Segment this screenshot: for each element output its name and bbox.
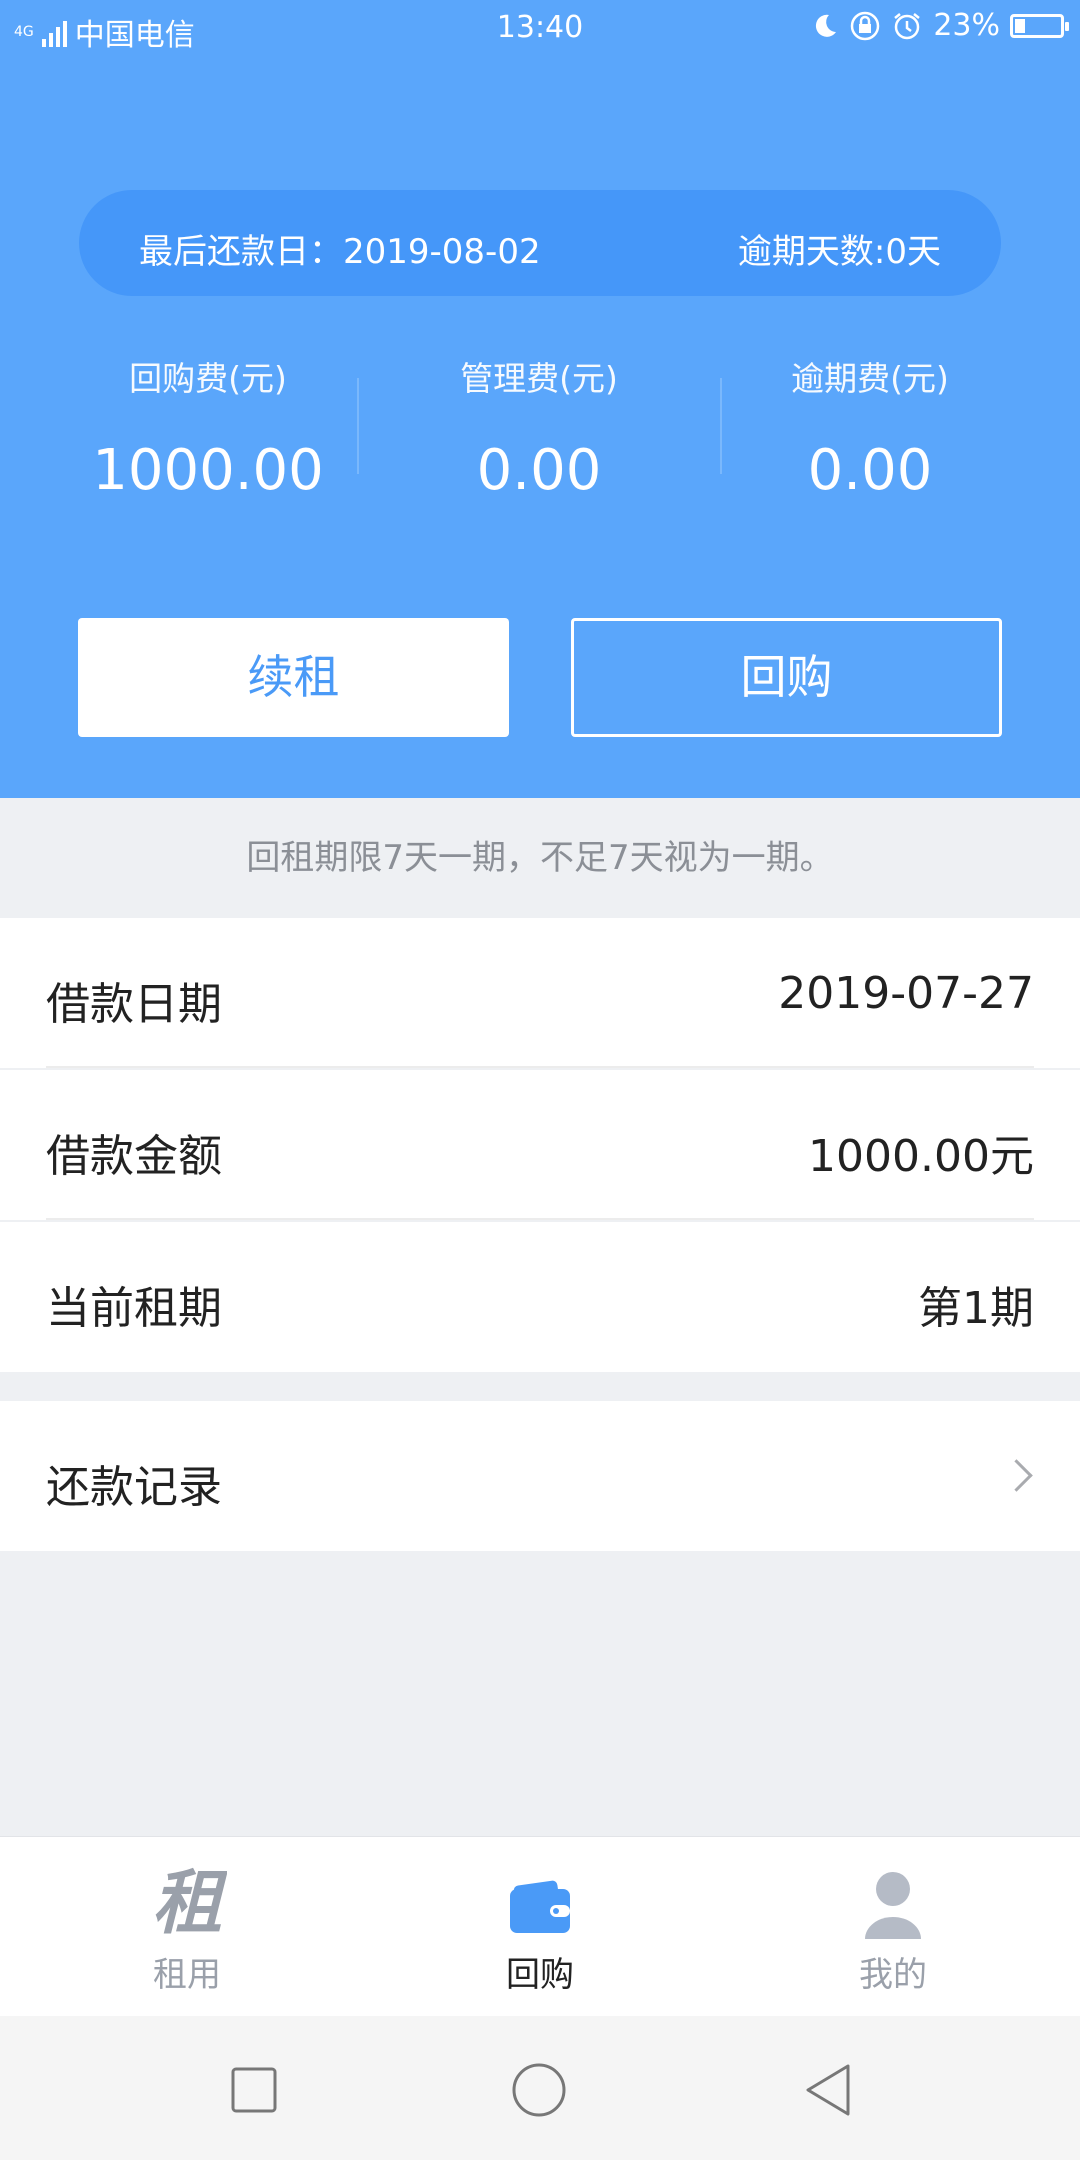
tab-mine[interactable]: 我的: [713, 1837, 1073, 2017]
wallet-icon: [510, 1880, 570, 1933]
battery-percent: 23%: [933, 8, 1000, 43]
back-triangle-icon[interactable]: [800, 2062, 856, 2118]
tab-buyback-label: 回购: [506, 1955, 574, 1995]
moon-icon: [816, 14, 837, 37]
repayment-record-label: 还款记录: [46, 1462, 222, 1513]
fee-buyback: 回购费(元) 1000.00: [48, 352, 368, 503]
system-navigation-bar: [0, 2016, 1080, 2160]
overdue-days-text: 逾期天数:0天: [737, 232, 941, 272]
fee-divider: [357, 378, 359, 474]
row-divider: [46, 1218, 1034, 1220]
tab-buyback[interactable]: 回购: [360, 1837, 720, 2017]
status-right: 23%: [809, 8, 1069, 43]
detail-row-loan-date: 借款日期 2019-07-27: [0, 918, 1080, 1068]
user-icon: [865, 1872, 921, 1939]
battery-fill: [1015, 18, 1025, 33]
header-panel: 4G 中国电信 13:40 23% 最后还款日：2019-08-02 逾期天数:…: [0, 0, 1080, 798]
repayment-record-row[interactable]: 还款记录: [0, 1401, 1080, 1551]
loan-amount-value: 1000.00元: [808, 1131, 1034, 1182]
current-term-label: 当前租期: [46, 1283, 222, 1334]
row-divider: [46, 1066, 1034, 1068]
fee-buyback-label: 回购费(元): [129, 359, 287, 398]
circle-icon[interactable]: [511, 2062, 567, 2118]
chevron-right-icon: [1000, 1459, 1033, 1492]
buyback-button[interactable]: 回购: [571, 618, 1002, 737]
loan-date-value: 2019-07-27: [778, 968, 1034, 1019]
due-date-text: 最后还款日：2019-08-02: [139, 232, 541, 272]
lease-term-note: 回租期限7天一期，不足7天视为一期。: [246, 838, 834, 878]
tab-mine-label: 我的: [859, 1955, 927, 1995]
renew-button[interactable]: 续租: [78, 618, 509, 737]
battery-icon: [1010, 13, 1069, 38]
square-icon[interactable]: [230, 2066, 280, 2116]
lock-rotation-icon: [851, 11, 880, 40]
fee-buyback-value: 1000.00: [92, 438, 324, 503]
tab-rent-label: 租用: [153, 1955, 221, 1995]
fee-management-value: 0.00: [476, 438, 602, 503]
detail-row-current-term: 当前租期 第1期: [0, 1222, 1080, 1372]
fee-overdue: 逾期费(元) 0.00: [710, 352, 1030, 503]
loan-date-label: 借款日期: [46, 979, 222, 1030]
fee-management: 管理费(元) 0.00: [379, 352, 699, 503]
current-term-value: 第1期: [918, 1283, 1034, 1334]
tab-rent[interactable]: 租 租用: [7, 1837, 367, 2017]
fee-management-label: 管理费(元): [460, 359, 618, 398]
bottom-tab-bar: 租 租用 回购 我的: [0, 1836, 1080, 2017]
alarm-icon: [894, 12, 921, 39]
status-bar: 4G 中国电信 13:40 23%: [0, 0, 1080, 56]
loan-amount-label: 借款金额: [46, 1131, 222, 1182]
svg-text:租: 租: [152, 1863, 227, 1943]
rent-icon: 租: [152, 1863, 227, 1943]
due-summary-pill: 最后还款日：2019-08-02 逾期天数:0天: [79, 190, 1001, 296]
fee-overdue-value: 0.00: [807, 438, 933, 503]
detail-row-loan-amount: 借款金额 1000.00元: [0, 1070, 1080, 1220]
fee-overdue-label: 逾期费(元): [791, 359, 949, 398]
